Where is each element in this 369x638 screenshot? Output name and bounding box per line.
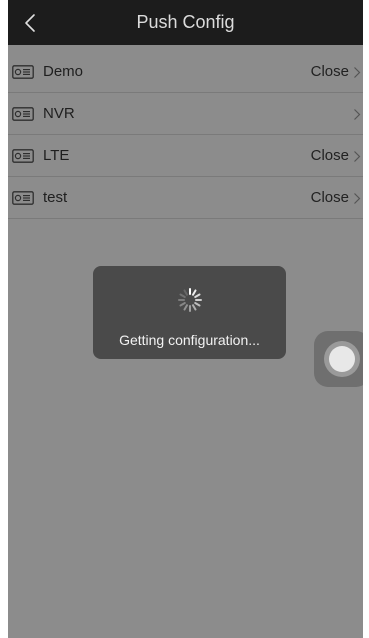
device-card-icon [12,149,34,163]
chevron-right-icon [353,150,361,163]
loading-message: Getting configuration... [119,332,260,348]
device-status: Close [310,63,349,80]
list-item-lte[interactable]: LTE Close [8,135,363,177]
device-card-icon [12,65,34,79]
list-item-demo[interactable]: Demo Close [8,51,363,93]
back-button[interactable] [8,0,52,45]
device-name: LTE [43,147,70,164]
navigation-bar: Push Config [8,0,363,45]
assistive-touch-icon [329,346,355,372]
device-list: Demo Close NVR LTE Close test Close [8,51,363,219]
device-status: Close [310,189,349,206]
spinner-icon [177,287,203,313]
chevron-right-icon [353,192,361,205]
assistive-touch-button[interactable] [314,331,363,387]
device-card-icon [12,191,34,205]
loading-toast: Getting configuration... [93,266,286,359]
device-name: test [43,189,68,206]
list-item-nvr[interactable]: NVR [8,93,363,135]
list-item-test[interactable]: test Close [8,177,363,219]
device-name: NVR [43,105,75,122]
device-name: Demo [43,63,84,80]
chevron-right-icon [353,108,361,121]
page-title: Push Config [136,12,235,32]
device-status: Close [310,147,349,164]
chevron-left-icon [24,13,36,33]
chevron-right-icon [353,66,361,79]
push-config-screen: Push Config Demo Close NVR LTE Close tes… [8,0,363,638]
device-card-icon [12,107,34,121]
